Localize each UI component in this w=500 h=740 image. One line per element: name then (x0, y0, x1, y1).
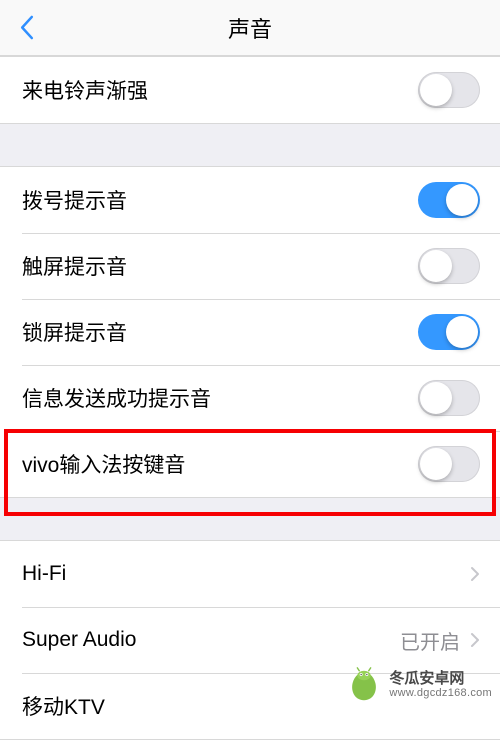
toggle-vivo-ime-key-tone[interactable] (418, 446, 480, 482)
toggle-dial-tone[interactable] (418, 182, 480, 218)
watermark-logo-icon (345, 666, 383, 704)
settings-section-2: 拨号提示音 触屏提示音 锁屏提示音 信息发送成功提示音 vivo输入法按键音 (0, 166, 500, 498)
toggle-knob (420, 382, 452, 414)
toggle-lock-tone[interactable] (418, 314, 480, 350)
watermark-name: 冬瓜安卓网 (389, 670, 492, 687)
row-incoming-ring-fade-in: 来电铃声渐强 (0, 57, 500, 123)
toggle-knob (446, 316, 478, 348)
row-label: 拨号提示音 (22, 185, 127, 215)
toggle-knob (420, 74, 452, 106)
row-super-audio[interactable]: Super Audio 已开启 (0, 607, 500, 673)
chevron-left-icon (19, 15, 35, 40)
row-label: 移动KTV (22, 691, 105, 721)
chevron-right-icon (470, 632, 480, 648)
page-title: 声音 (228, 12, 272, 44)
row-label: Hi-Fi (22, 562, 66, 586)
toggle-msg-sent-tone[interactable] (418, 380, 480, 416)
watermark: 冬瓜安卓网 www.dgcdz168.com (345, 666, 492, 704)
row-msg-sent-tone: 信息发送成功提示音 (0, 365, 500, 431)
watermark-url: www.dgcdz168.com (389, 687, 492, 700)
settings-section-3: Hi-Fi Super Audio 已开启 移动KTV (0, 540, 500, 740)
row-label: 信息发送成功提示音 (22, 383, 211, 413)
toggle-knob (420, 250, 452, 282)
header: 声音 (0, 0, 500, 56)
chevron-right-icon (470, 566, 480, 582)
back-button[interactable] (12, 13, 42, 43)
row-lock-tone: 锁屏提示音 (0, 299, 500, 365)
watermark-text: 冬瓜安卓网 www.dgcdz168.com (389, 670, 492, 700)
row-label: Super Audio (22, 628, 136, 652)
settings-section-1: 来电铃声渐强 (0, 56, 500, 124)
row-label: vivo输入法按键音 (22, 449, 185, 479)
row-dial-tone: 拨号提示音 (0, 167, 500, 233)
row-label: 来电铃声渐强 (22, 75, 148, 105)
toggle-knob (420, 448, 452, 480)
row-label: 锁屏提示音 (22, 317, 127, 347)
row-vivo-ime-key-tone: vivo输入法按键音 (0, 431, 500, 497)
row-label: 触屏提示音 (22, 251, 127, 281)
toggle-knob (446, 184, 478, 216)
row-hifi[interactable]: Hi-Fi (0, 541, 500, 607)
toggle-touch-tone[interactable] (418, 248, 480, 284)
toggle-incoming-ring-fade-in[interactable] (418, 72, 480, 108)
row-touch-tone: 触屏提示音 (0, 233, 500, 299)
row-value: 已开启 (400, 626, 460, 655)
